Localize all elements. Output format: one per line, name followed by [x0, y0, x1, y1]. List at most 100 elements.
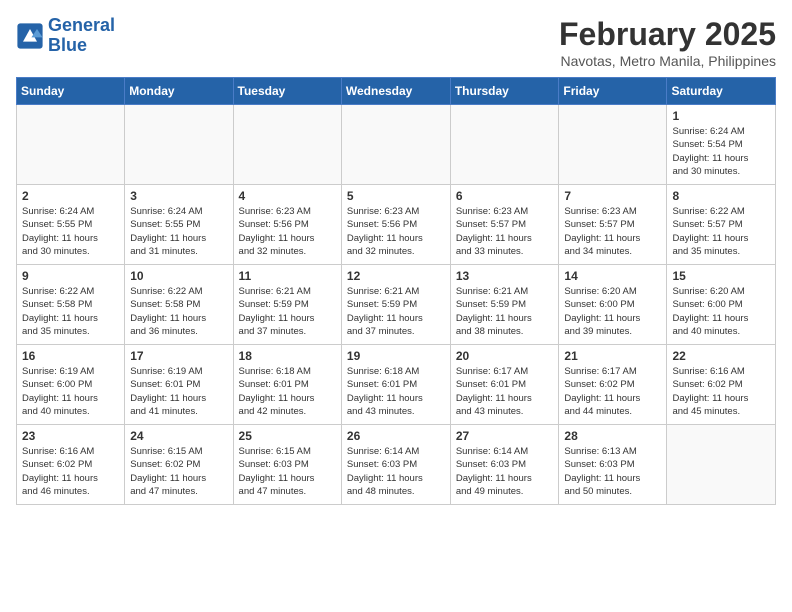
day-info: Sunrise: 6:20 AM Sunset: 6:00 PM Dayligh… — [672, 285, 770, 338]
day-number: 1 — [672, 109, 770, 123]
day-info: Sunrise: 6:21 AM Sunset: 5:59 PM Dayligh… — [456, 285, 554, 338]
calendar-cell: 27 Sunrise: 6:14 AM Sunset: 6:03 PM Dayli… — [450, 425, 559, 505]
day-number: 25 — [239, 429, 336, 443]
calendar-cell — [450, 105, 559, 185]
day-number: 20 — [456, 349, 554, 363]
logo-icon — [16, 22, 44, 50]
weekday-header-row: SundayMondayTuesdayWednesdayThursdayFrid… — [17, 78, 776, 105]
day-info: Sunrise: 6:24 AM Sunset: 5:55 PM Dayligh… — [130, 205, 227, 258]
day-info: Sunrise: 6:23 AM Sunset: 5:57 PM Dayligh… — [456, 205, 554, 258]
logo-text: General Blue — [48, 16, 115, 56]
page-header: General Blue February 2025 Navotas, Metr… — [16, 16, 776, 69]
day-info: Sunrise: 6:17 AM Sunset: 6:02 PM Dayligh… — [564, 365, 661, 418]
day-number: 28 — [564, 429, 661, 443]
calendar-cell: 1Sunrise: 6:24 AM Sunset: 5:54 PM Daylig… — [667, 105, 776, 185]
calendar-cell: 8Sunrise: 6:22 AM Sunset: 5:57 PM Daylig… — [667, 185, 776, 265]
logo: General Blue — [16, 16, 115, 56]
calendar-cell: 23Sunrise: 6:16 AM Sunset: 6:02 PM Dayli… — [17, 425, 125, 505]
day-info: Sunrise: 6:18 AM Sunset: 6:01 PM Dayligh… — [347, 365, 445, 418]
calendar-cell: 3 Sunrise: 6:24 AM Sunset: 5:55 PM Daylig… — [125, 185, 233, 265]
day-info: Sunrise: 6:23 AM Sunset: 5:56 PM Dayligh… — [347, 205, 445, 258]
day-info: Sunrise: 6:23 AM Sunset: 5:57 PM Dayligh… — [564, 205, 661, 258]
day-number: 11 — [239, 269, 336, 283]
calendar-cell: 2 Sunrise: 6:24 AM Sunset: 5:55 PM Daylig… — [17, 185, 125, 265]
day-info: Sunrise: 6:20 AM Sunset: 6:00 PM Dayligh… — [564, 285, 661, 338]
day-info: Sunrise: 6:24 AM Sunset: 5:55 PM Dayligh… — [22, 205, 119, 258]
calendar-cell: 16 Sunrise: 6:19 AM Sunset: 6:00 PM Dayli… — [17, 345, 125, 425]
day-info: Sunrise: 6:22 AM Sunset: 5:58 PM Dayligh… — [130, 285, 227, 338]
day-number: 2 — [22, 189, 119, 203]
day-number: 17 — [130, 349, 227, 363]
calendar-cell: 19Sunrise: 6:18 AM Sunset: 6:01 PM Dayli… — [341, 345, 450, 425]
day-info: Sunrise: 6:22 AM Sunset: 5:58 PM Dayligh… — [22, 285, 119, 338]
title-block: February 2025 Navotas, Metro Manila, Phi… — [559, 16, 776, 69]
weekday-header-tuesday: Tuesday — [233, 78, 341, 105]
calendar-cell: 21 Sunrise: 6:17 AM Sunset: 6:02 PM Dayli… — [559, 345, 667, 425]
day-number: 7 — [564, 189, 661, 203]
weekday-header-sunday: Sunday — [17, 78, 125, 105]
weekday-header-wednesday: Wednesday — [341, 78, 450, 105]
day-number: 16 — [22, 349, 119, 363]
calendar-cell — [17, 105, 125, 185]
calendar-cell — [341, 105, 450, 185]
day-info: Sunrise: 6:21 AM Sunset: 5:59 PM Dayligh… — [347, 285, 445, 338]
calendar-cell: 22 Sunrise: 6:16 AM Sunset: 6:02 PM Dayli… — [667, 345, 776, 425]
day-info: Sunrise: 6:15 AM Sunset: 6:02 PM Dayligh… — [130, 445, 227, 498]
day-number: 10 — [130, 269, 227, 283]
day-number: 21 — [564, 349, 661, 363]
day-info: Sunrise: 6:19 AM Sunset: 6:01 PM Dayligh… — [130, 365, 227, 418]
day-info: Sunrise: 6:23 AM Sunset: 5:56 PM Dayligh… — [239, 205, 336, 258]
day-info: Sunrise: 6:17 AM Sunset: 6:01 PM Dayligh… — [456, 365, 554, 418]
weekday-header-saturday: Saturday — [667, 78, 776, 105]
weekday-header-monday: Monday — [125, 78, 233, 105]
day-number: 9 — [22, 269, 119, 283]
calendar-cell: 28 Sunrise: 6:13 AM Sunset: 6:03 PM Dayli… — [559, 425, 667, 505]
calendar-cell: 18 Sunrise: 6:18 AM Sunset: 6:01 PM Dayli… — [233, 345, 341, 425]
calendar-cell — [559, 105, 667, 185]
day-info: Sunrise: 6:16 AM Sunset: 6:02 PM Dayligh… — [672, 365, 770, 418]
day-number: 14 — [564, 269, 661, 283]
day-number: 8 — [672, 189, 770, 203]
day-number: 24 — [130, 429, 227, 443]
day-number: 5 — [347, 189, 445, 203]
weekday-header-friday: Friday — [559, 78, 667, 105]
day-info: Sunrise: 6:15 AM Sunset: 6:03 PM Dayligh… — [239, 445, 336, 498]
month-title: February 2025 — [559, 16, 776, 53]
week-row-2: 2 Sunrise: 6:24 AM Sunset: 5:55 PM Daylig… — [17, 185, 776, 265]
day-info: Sunrise: 6:14 AM Sunset: 6:03 PM Dayligh… — [456, 445, 554, 498]
location-title: Navotas, Metro Manila, Philippines — [559, 53, 776, 69]
day-number: 18 — [239, 349, 336, 363]
day-number: 22 — [672, 349, 770, 363]
week-row-5: 23Sunrise: 6:16 AM Sunset: 6:02 PM Dayli… — [17, 425, 776, 505]
week-row-1: 1Sunrise: 6:24 AM Sunset: 5:54 PM Daylig… — [17, 105, 776, 185]
calendar-cell: 25 Sunrise: 6:15 AM Sunset: 6:03 PM Dayli… — [233, 425, 341, 505]
calendar-cell: 6 Sunrise: 6:23 AM Sunset: 5:57 PM Daylig… — [450, 185, 559, 265]
day-number: 6 — [456, 189, 554, 203]
calendar-cell: 26 Sunrise: 6:14 AM Sunset: 6:03 PM Dayli… — [341, 425, 450, 505]
day-number: 15 — [672, 269, 770, 283]
week-row-3: 9 Sunrise: 6:22 AM Sunset: 5:58 PM Daylig… — [17, 265, 776, 345]
calendar-cell: 11 Sunrise: 6:21 AM Sunset: 5:59 PM Dayli… — [233, 265, 341, 345]
calendar-cell: 9 Sunrise: 6:22 AM Sunset: 5:58 PM Daylig… — [17, 265, 125, 345]
calendar-cell: 17 Sunrise: 6:19 AM Sunset: 6:01 PM Dayli… — [125, 345, 233, 425]
day-info: Sunrise: 6:16 AM Sunset: 6:02 PM Dayligh… — [22, 445, 119, 498]
day-number: 13 — [456, 269, 554, 283]
day-number: 27 — [456, 429, 554, 443]
day-info: Sunrise: 6:18 AM Sunset: 6:01 PM Dayligh… — [239, 365, 336, 418]
calendar-cell — [125, 105, 233, 185]
day-number: 3 — [130, 189, 227, 203]
calendar-cell: 20 Sunrise: 6:17 AM Sunset: 6:01 PM Dayli… — [450, 345, 559, 425]
day-info: Sunrise: 6:14 AM Sunset: 6:03 PM Dayligh… — [347, 445, 445, 498]
day-info: Sunrise: 6:19 AM Sunset: 6:00 PM Dayligh… — [22, 365, 119, 418]
calendar-cell: 4Sunrise: 6:23 AM Sunset: 5:56 PM Daylig… — [233, 185, 341, 265]
day-number: 26 — [347, 429, 445, 443]
day-info: Sunrise: 6:13 AM Sunset: 6:03 PM Dayligh… — [564, 445, 661, 498]
calendar-cell: 24 Sunrise: 6:15 AM Sunset: 6:02 PM Dayli… — [125, 425, 233, 505]
calendar-cell: 7 Sunrise: 6:23 AM Sunset: 5:57 PM Daylig… — [559, 185, 667, 265]
day-number: 12 — [347, 269, 445, 283]
calendar-cell — [667, 425, 776, 505]
calendar-cell: 13 Sunrise: 6:21 AM Sunset: 5:59 PM Dayli… — [450, 265, 559, 345]
day-info: Sunrise: 6:21 AM Sunset: 5:59 PM Dayligh… — [239, 285, 336, 338]
calendar: SundayMondayTuesdayWednesdayThursdayFrid… — [16, 77, 776, 505]
calendar-cell: 14 Sunrise: 6:20 AM Sunset: 6:00 PM Dayli… — [559, 265, 667, 345]
